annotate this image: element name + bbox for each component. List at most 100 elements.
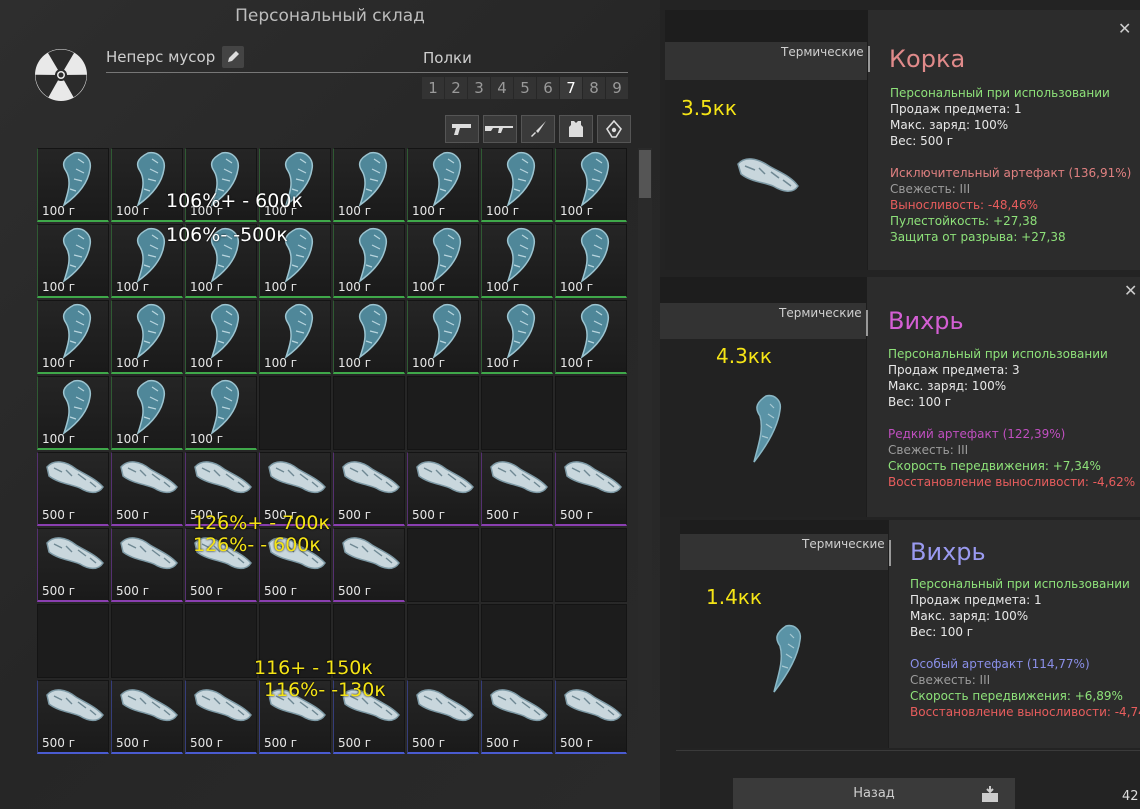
inventory-item-crust[interactable]: 500 г — [185, 680, 257, 754]
inventory-item-claw[interactable]: 100 г — [481, 224, 553, 298]
inventory-slot-empty[interactable] — [333, 376, 405, 450]
shelf-tab-9[interactable]: 9 — [606, 77, 628, 99]
item-weight: 100 г — [42, 432, 76, 446]
filter-pistol[interactable] — [445, 115, 479, 143]
shelf-tab-4[interactable]: 4 — [491, 77, 513, 99]
inventory-slot-empty[interactable] — [555, 376, 627, 450]
filter-armor[interactable] — [559, 115, 593, 143]
inventory-slot-empty[interactable] — [555, 604, 627, 678]
item-weight: 100 г — [338, 280, 372, 294]
stat-line: Скорость передвижения: +6,89% — [910, 689, 1123, 703]
item-weight: 500 г — [42, 584, 76, 598]
stat-line: Вес: 100 г — [910, 625, 974, 639]
claw-icon — [432, 227, 462, 283]
inventory-item-claw[interactable]: 100 г — [555, 224, 627, 298]
inventory-item-crust[interactable]: 500 г — [407, 452, 479, 526]
inventory-item-crust[interactable]: 500 г — [111, 680, 183, 754]
inventory-slot-empty[interactable] — [481, 376, 553, 450]
inventory-item-crust[interactable]: 500 г — [407, 680, 479, 754]
inventory-item-crust[interactable]: 500 г — [481, 680, 553, 754]
filter-knife[interactable] — [521, 115, 555, 143]
item-weight: 500 г — [338, 584, 372, 598]
inventory-item-claw[interactable]: 100 г — [481, 148, 553, 222]
claw-icon — [210, 303, 240, 359]
claw-icon — [210, 379, 240, 435]
filter-artifact[interactable] — [597, 115, 631, 143]
inventory-item-claw[interactable]: 100 г — [185, 376, 257, 450]
inventory-item-crust[interactable]: 500 г — [111, 452, 183, 526]
back-button[interactable]: Назад — [733, 778, 1015, 809]
shelf-tab-7[interactable]: 7 — [560, 77, 582, 99]
inventory-slot-empty[interactable] — [259, 376, 331, 450]
shelf-tab-3[interactable]: 3 — [468, 77, 490, 99]
shelf-tab-6[interactable]: 6 — [537, 77, 559, 99]
crust-icon — [490, 689, 548, 722]
stat-line: Пулестойкость: +27,38 — [890, 214, 1038, 228]
item-weight: 500 г — [116, 508, 150, 522]
inventory-item-crust[interactable]: 500 г — [333, 452, 405, 526]
back-button-label: Назад — [853, 786, 895, 801]
inventory-item-claw[interactable]: 100 г — [111, 376, 183, 450]
inventory-item-crust[interactable]: 500 г — [37, 452, 109, 526]
inventory-slot-empty[interactable] — [185, 604, 257, 678]
inventory-item-claw[interactable]: 100 г — [259, 300, 331, 374]
inventory-item-claw[interactable]: 100 г — [37, 300, 109, 374]
stash-name: Неперс мусор — [106, 48, 216, 66]
inventory-item-crust[interactable]: 500 г — [555, 452, 627, 526]
item-weight: 500 г — [116, 584, 150, 598]
inventory-item-claw[interactable]: 100 г — [481, 300, 553, 374]
shelf-tab-5[interactable]: 5 — [514, 77, 536, 99]
inventory-item-crust[interactable]: 500 г — [333, 528, 405, 602]
price-label: 4.3кк — [716, 344, 772, 368]
item-weight: 500 г — [560, 508, 594, 522]
shelf-tab-1[interactable]: 1 — [422, 77, 444, 99]
inventory-slot-empty[interactable] — [481, 528, 553, 602]
inventory-item-crust[interactable]: 500 г — [37, 680, 109, 754]
inventory-item-claw[interactable]: 100 г — [555, 300, 627, 374]
inventory-slot-empty[interactable] — [37, 604, 109, 678]
inventory-item-claw[interactable]: 100 г — [185, 300, 257, 374]
inventory-item-crust[interactable]: 500 г — [481, 452, 553, 526]
inventory-item-crust[interactable]: 500 г — [37, 528, 109, 602]
inventory-item-claw[interactable]: 100 г — [111, 300, 183, 374]
filter-rifle[interactable] — [483, 115, 517, 143]
stat-line: Исключительный артефакт (136,91%) — [890, 166, 1132, 180]
inventory-slot-empty[interactable] — [407, 604, 479, 678]
item-weight: 500 г — [264, 584, 298, 598]
inventory-item-claw[interactable]: 100 г — [407, 300, 479, 374]
close-icon[interactable]: ✕ — [1118, 19, 1131, 38]
edit-name-button[interactable] — [222, 46, 244, 68]
inventory-slot-empty[interactable] — [111, 604, 183, 678]
inventory-slot-empty[interactable] — [555, 528, 627, 602]
close-icon[interactable]: ✕ — [1124, 281, 1137, 300]
inventory-slot-empty[interactable] — [407, 528, 479, 602]
separator — [868, 46, 870, 72]
inventory-item-claw[interactable]: 100 г — [333, 148, 405, 222]
inventory-slot-empty[interactable] — [481, 604, 553, 678]
inventory-item-claw[interactable]: 100 г — [333, 224, 405, 298]
inventory-item-claw[interactable]: 100 г — [37, 376, 109, 450]
claw-icon — [136, 227, 166, 283]
shelf-tab-8[interactable]: 8 — [583, 77, 605, 99]
category-filters — [445, 115, 631, 143]
item-weight: 500 г — [338, 736, 372, 750]
inventory-item-claw[interactable]: 100 г — [407, 148, 479, 222]
inventory-slot-empty[interactable] — [407, 376, 479, 450]
price-label: 3.5кк — [681, 96, 737, 120]
scroll-thumb[interactable] — [639, 150, 651, 198]
shelf-tab-2[interactable]: 2 — [445, 77, 467, 99]
artifact-name: Вихрь — [888, 307, 964, 335]
inventory-item-claw[interactable]: 100 г — [333, 300, 405, 374]
inbox-icon — [980, 785, 1000, 803]
inventory-item-crust[interactable]: 500 г — [555, 680, 627, 754]
inventory-item-claw[interactable]: 100 г — [555, 148, 627, 222]
inventory-item-claw[interactable]: 100 г — [37, 148, 109, 222]
item-weight: 100 г — [116, 432, 150, 446]
stash-scrollbar[interactable] — [638, 148, 652, 756]
item-weight: 100 г — [338, 356, 372, 370]
inventory-item-claw[interactable]: 100 г — [407, 224, 479, 298]
claw-icon — [62, 151, 92, 207]
inventory-item-crust[interactable]: 500 г — [111, 528, 183, 602]
inventory-item-claw[interactable]: 100 г — [37, 224, 109, 298]
pencil-icon — [228, 51, 239, 62]
